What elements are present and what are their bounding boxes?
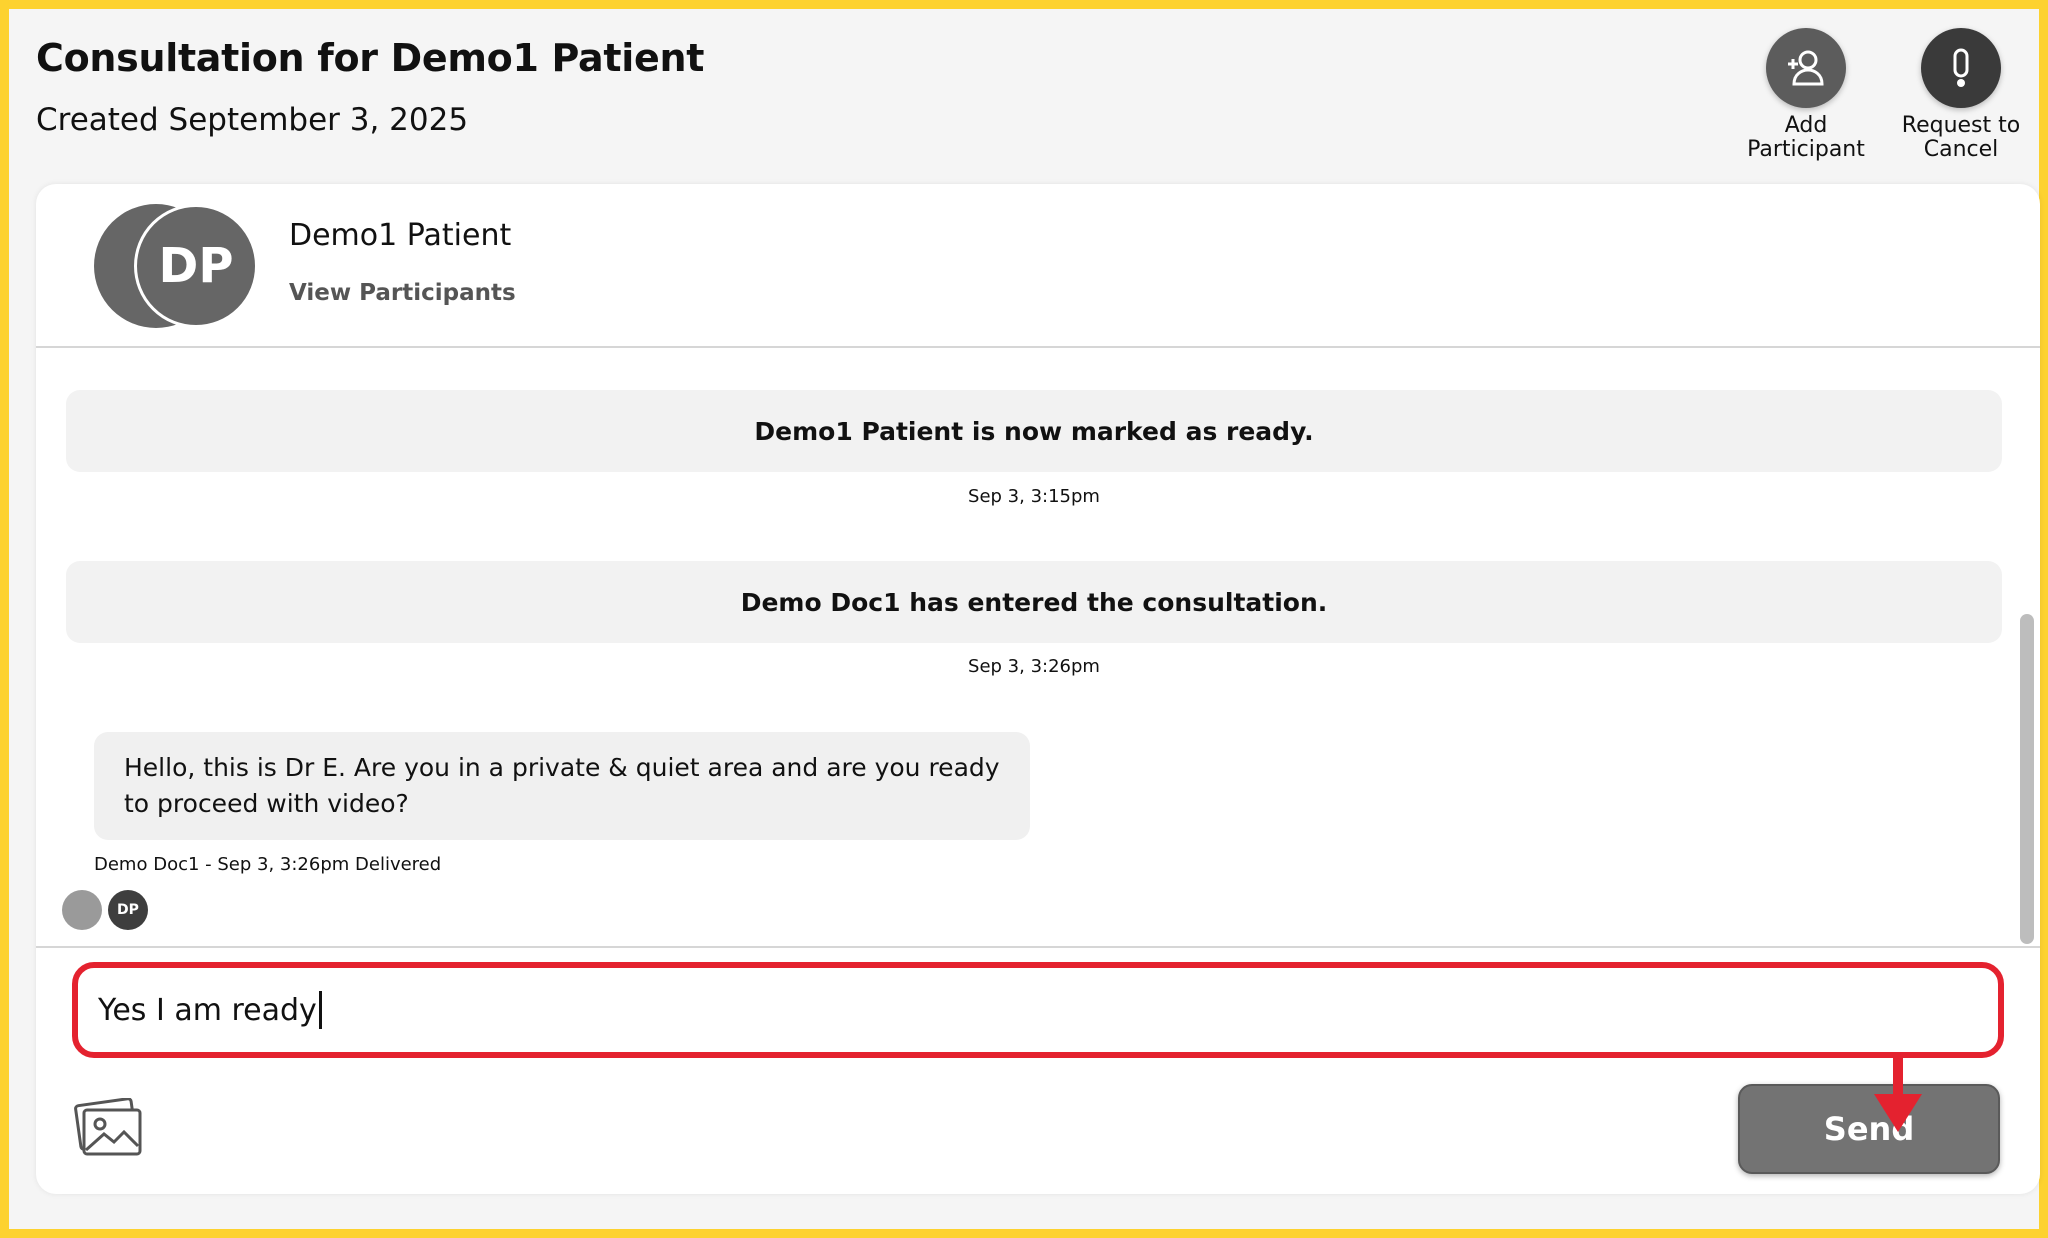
message-timestamp: Sep 3, 3:26pm	[968, 656, 1100, 677]
read-receipt-avatar-dp: DP	[108, 890, 148, 930]
created-date: Created September 3, 2025	[36, 102, 469, 138]
page-title: Consultation for Demo1 Patient	[36, 36, 705, 80]
text-caret	[318, 991, 322, 1029]
scrollbar[interactable]	[2020, 614, 2034, 944]
view-participants-link[interactable]: View Participants	[289, 280, 516, 306]
composer-divider	[36, 946, 2040, 948]
scrollbar-thumb[interactable]	[2020, 614, 2034, 944]
chat-message-bubble: Hello, this is Dr E. Are you in a privat…	[94, 732, 1030, 840]
consultation-panel: DP Demo1 Patient View Participants Demo1…	[36, 184, 2040, 1194]
annotation-arrow-icon	[1874, 1054, 1922, 1132]
exclamation-icon	[1921, 28, 2001, 108]
add-person-icon	[1766, 28, 1846, 108]
participant-name: Demo1 Patient	[289, 218, 512, 253]
image-gallery-icon[interactable]	[74, 1097, 144, 1158]
participant-header: DP Demo1 Patient View Participants	[36, 184, 2040, 348]
avatar-group: DP	[94, 204, 264, 328]
add-participant-label: Add Participant	[1747, 113, 1865, 162]
read-receipt-avatar	[62, 890, 102, 930]
chat-message-meta: Demo Doc1 - Sep 3, 3:26pm Delivered	[94, 854, 442, 875]
system-message: Demo Doc1 has entered the consultation.	[66, 561, 2002, 643]
avatar: DP	[134, 204, 258, 328]
message-input[interactable]: Yes I am ready	[72, 962, 2004, 1058]
add-participant-button[interactable]: Add Participant	[1731, 28, 1881, 162]
message-timestamp: Sep 3, 3:15pm	[968, 486, 1100, 507]
system-message: Demo1 Patient is now marked as ready.	[66, 390, 2002, 472]
request-cancel-label: Request to Cancel	[1901, 113, 2021, 162]
message-input-value: Yes I am ready	[98, 992, 317, 1028]
request-cancel-button[interactable]: Request to Cancel	[1886, 28, 2036, 162]
